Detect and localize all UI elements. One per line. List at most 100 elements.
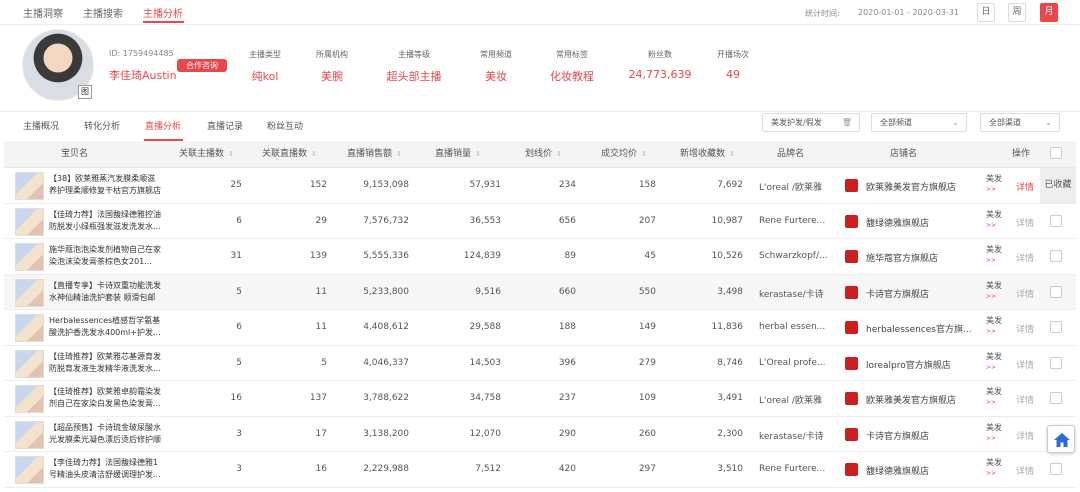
product-name[interactable]: Herbalessences植感哲学氨基酸洗护香洗发水400ml+护发...	[49, 315, 161, 339]
product-name[interactable]: 【佳琦力荐】法国馥绿德雅控油防脱发小绿瓶强发滋发洗发水...	[49, 209, 161, 233]
subtab-live-analysis[interactable]: 直播分析	[145, 119, 181, 132]
product-thumbnail[interactable]	[15, 314, 44, 342]
shop-cell[interactable]: lorealpro官方旗舰店	[866, 358, 971, 371]
period-week-button[interactable]: 周	[1008, 3, 1026, 22]
sort-icon[interactable]: ⇕	[475, 150, 481, 158]
product-name[interactable]: 【直播专享】卡诗双重功能洗发水神仙精油洗护套装 顺滑包邮	[49, 280, 161, 304]
select-all-checkbox[interactable]	[1050, 147, 1062, 159]
volume-cell: 29,588	[469, 322, 502, 332]
detail-link[interactable]: 详情	[1016, 464, 1034, 477]
coop-inquiry-button[interactable]: 合作咨询	[177, 59, 227, 72]
col-sales[interactable]: 直播销售额 ⇕	[347, 146, 402, 159]
col-avg-price[interactable]: 成交均价 ⇕	[601, 146, 647, 159]
expand-arrows-icon[interactable]: >>	[986, 362, 1002, 373]
product-name[interactable]: 【超品预售】卡诗琉金玻尿酸水光发膜柔光凝色漂后烫后修护顺丰...	[49, 422, 161, 446]
tab-anchor-search[interactable]: 主播搜索	[83, 5, 123, 20]
detail-link[interactable]: 详情	[1016, 180, 1034, 193]
detail-link[interactable]: 详情	[1016, 429, 1034, 442]
product-thumbnail[interactable]	[15, 243, 44, 271]
subtab-conversion[interactable]: 转化分析	[84, 119, 120, 132]
row-checkbox[interactable]	[1050, 285, 1062, 298]
sort-icon[interactable]: ⇕	[396, 150, 402, 158]
sort-icon[interactable]: ⇕	[729, 150, 735, 158]
product-thumbnail[interactable]	[15, 456, 44, 484]
list-price-cell: 234	[558, 180, 576, 190]
period-month-button[interactable]: 月	[1040, 3, 1058, 22]
col-list-price[interactable]: 划线价 ⇕	[525, 146, 562, 159]
shop-cell[interactable]: 施华蔻官方旗舰店	[866, 251, 971, 264]
row-checkbox[interactable]	[1050, 250, 1062, 262]
col-anchors[interactable]: 关联主播数 ⇕	[179, 146, 234, 159]
detail-link[interactable]: 详情	[1016, 393, 1034, 406]
detail-link[interactable]: 详情	[1016, 287, 1034, 300]
favorites-cell: 8,746	[717, 357, 743, 368]
expand-arrows-icon[interactable]: >>	[986, 184, 1002, 195]
expand-arrows-icon[interactable]: >>	[986, 433, 1002, 444]
shop-cell[interactable]: 卡诗官方旗舰店	[866, 287, 971, 300]
detail-link[interactable]: 详情	[1016, 322, 1034, 335]
channel-select[interactable]: 全部频道 ⌄	[871, 113, 967, 132]
subtab-live-records[interactable]: 直播记录	[207, 119, 243, 132]
period-day-button[interactable]: 日	[977, 3, 995, 22]
expand-arrows-icon[interactable]: >>	[986, 468, 1002, 479]
extra-cell: 美发 >>	[986, 315, 1002, 337]
col-lives[interactable]: 关联直播数 ⇕	[262, 146, 317, 159]
shop-cell[interactable]: 欧莱雅美发官方旗舰店	[866, 393, 971, 406]
favorites-cell: 10,526	[711, 251, 744, 261]
col-brand: 品牌名	[777, 149, 805, 159]
shop-cell[interactable]: 欧莱雅美发官方旗舰店	[866, 180, 971, 193]
product-thumbnail[interactable]	[15, 278, 44, 307]
row-checkbox[interactable]	[1050, 392, 1062, 404]
product-name[interactable]: 【李佳琦力荐】法国馥绿德雅1号精油头皮清洁舒缓调理护发...	[49, 457, 161, 481]
sort-icon[interactable]: ⇕	[311, 150, 317, 158]
sort-icon[interactable]: ⇕	[228, 150, 234, 158]
source-select[interactable]: 全部渠道 ⌄	[980, 113, 1060, 132]
trash-icon[interactable]: 🗑	[842, 114, 852, 131]
product-thumbnail[interactable]	[15, 349, 44, 378]
shop-cell[interactable]: herbalessences官方旗...	[866, 322, 971, 335]
product-name[interactable]: 【38】欧莱雅蒸汽发膜柔顺滋养护理柔顺修复干枯官方旗舰店	[49, 173, 161, 197]
row-checkbox[interactable]	[1050, 356, 1062, 369]
product-thumbnail[interactable]	[15, 420, 44, 449]
list-price-cell: 290	[558, 428, 576, 439]
detail-link[interactable]: 详情	[1016, 216, 1034, 229]
lives-cell: 11	[315, 322, 327, 332]
product-name[interactable]: 【佳琦推荐】欧莱雅芯基源育发防脱育发液生发精华液洗发水...	[49, 351, 161, 375]
shop-cell[interactable]: 馥绿德雅旗舰店	[866, 216, 971, 229]
product-name[interactable]: 施华蔻泡泡染发剂植物自己在家染泡沫染发膏茶棕色女201...	[49, 244, 161, 268]
product-name[interactable]: 【佳琦推荐】欧莱雅卓韵霜染发剂自己在家染白发黑色染发膏...	[49, 386, 161, 410]
expand-arrows-icon[interactable]: >>	[986, 291, 1002, 302]
home-icon	[1054, 433, 1070, 447]
col-favorites[interactable]: 新增收藏数 ⇕	[680, 146, 735, 159]
list-price-cell: 420	[558, 464, 576, 474]
tab-anchor-insight[interactable]: 主播洞察	[23, 5, 63, 20]
subtab-overview[interactable]: 主播概况	[23, 119, 59, 132]
col-sales-label: 直播销售额	[347, 149, 393, 159]
row-checkbox[interactable]	[1050, 321, 1062, 333]
expand-arrows-icon[interactable]: >>	[986, 220, 1002, 231]
collected-button[interactable]: 已收藏	[1040, 168, 1076, 203]
sort-icon[interactable]: ⇕	[641, 150, 647, 158]
expand-arrows-icon[interactable]: >>	[986, 326, 1002, 337]
expand-arrows-icon[interactable]: >>	[986, 397, 1002, 408]
product-thumbnail[interactable]	[15, 207, 44, 236]
expand-arrows-icon[interactable]: >>	[986, 255, 1002, 266]
col-volume[interactable]: 直播销量 ⇕	[435, 146, 481, 159]
home-button[interactable]	[1047, 425, 1075, 453]
shop-logo-icon	[845, 321, 858, 334]
category-filter[interactable]: 美发护发/假发 🗑	[762, 113, 860, 132]
shop-logo-icon	[845, 250, 858, 263]
row-checkbox[interactable]	[1050, 214, 1062, 227]
row-checkbox[interactable]	[1050, 463, 1062, 475]
sort-icon[interactable]: ⇕	[556, 150, 562, 158]
tab-anchor-analysis[interactable]: 主播分析	[143, 5, 183, 20]
product-thumbnail[interactable]	[15, 385, 44, 413]
shop-cell[interactable]: 卡诗官方旗舰店	[866, 429, 971, 442]
agency-value: 美腕	[321, 70, 343, 83]
date-range-picker[interactable]: 2020-01-01 - 2020-03-31	[858, 8, 959, 17]
detail-link[interactable]: 详情	[1016, 358, 1034, 371]
shop-cell[interactable]: 馥绿德雅旗舰店	[866, 464, 971, 477]
subtab-fan-interaction[interactable]: 粉丝互动	[267, 119, 303, 132]
detail-link[interactable]: 详情	[1016, 251, 1034, 264]
product-thumbnail[interactable]	[15, 172, 44, 200]
